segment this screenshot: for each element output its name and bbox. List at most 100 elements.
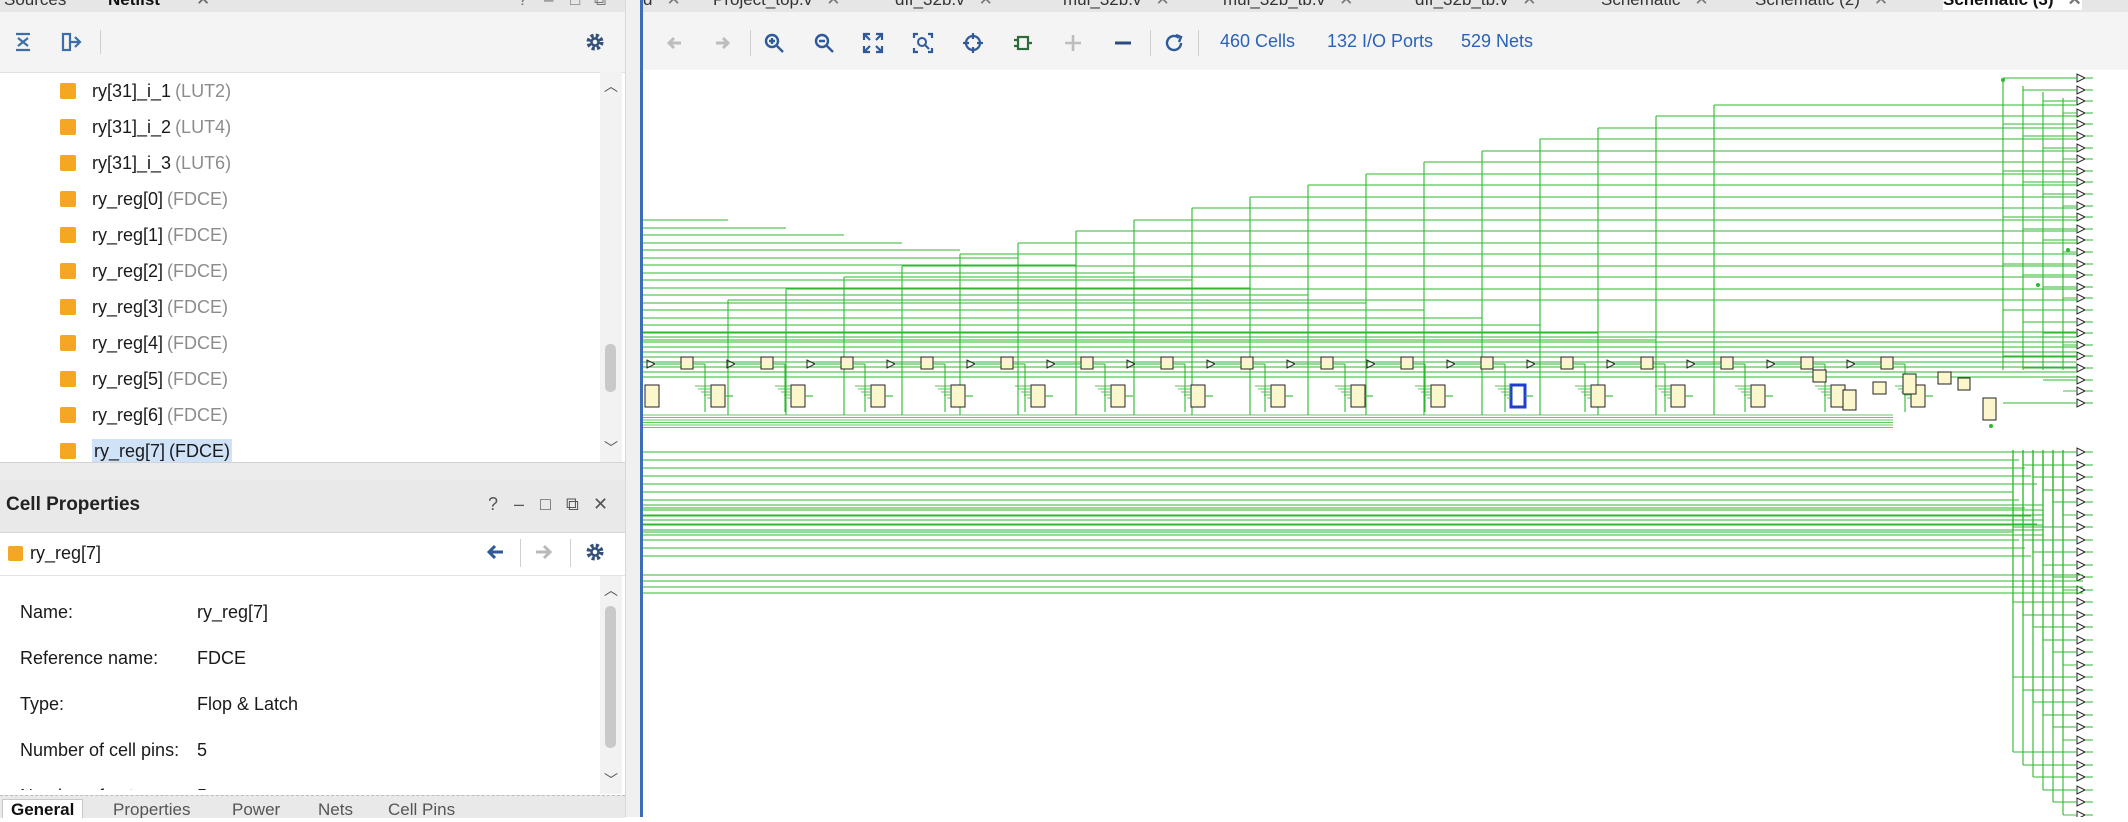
scroll-thumb[interactable] <box>605 344 616 392</box>
editor-tab[interactable]: Schematic (3) ✕ <box>1943 0 2082 10</box>
zoom-out-icon[interactable] <box>809 28 839 58</box>
cell-icon <box>60 263 76 279</box>
logic-cell <box>1872 381 1887 395</box>
close-icon[interactable]: ✕ <box>1155 0 1169 9</box>
cell-properties-header: Cell Properties ? – □ ⧉ ✕ <box>0 480 625 533</box>
close-icon[interactable]: ✕ <box>826 0 840 9</box>
close-icon[interactable]: ✕ <box>593 494 608 515</box>
tree-row[interactable]: ry_reg[7] (FDCE) <box>60 435 233 462</box>
close-icon[interactable]: ✕ <box>1874 0 1888 9</box>
zoom-fit-icon[interactable] <box>858 28 888 58</box>
tab-power[interactable]: Power <box>232 800 280 818</box>
tab-properties[interactable]: Properties <box>113 800 190 818</box>
register-cell <box>870 384 886 408</box>
flop-cell <box>920 356 934 370</box>
forward-arrow-icon[interactable] <box>533 541 555 568</box>
close-icon[interactable]: ✕ <box>1339 0 1353 9</box>
refresh-icon[interactable] <box>1159 28 1189 58</box>
editor-tab[interactable]: Project_top.v ✕ <box>713 0 840 10</box>
help-icon[interactable]: ? <box>488 494 498 515</box>
property-value: ry_reg[7] <box>197 602 269 622</box>
output-port <box>2076 96 2087 106</box>
editor-tab[interactable]: d✕ <box>643 0 681 10</box>
help-icon[interactable]: ? <box>518 0 527 12</box>
float-icon[interactable]: ⧉ <box>594 0 606 12</box>
tree-row[interactable]: ry_reg[3] (FDCE) <box>60 291 228 323</box>
flop-cell <box>1080 356 1094 370</box>
minimize-icon[interactable]: – <box>514 494 524 515</box>
tree-row[interactable]: ry_reg[5] (FDCE) <box>60 363 228 395</box>
forward-arrow-icon[interactable] <box>708 28 738 58</box>
editor-tab-label: Schematic <box>1601 0 1680 9</box>
editor-tab-label: mul_32b_tb.v <box>1223 0 1325 9</box>
property-value: FDCE <box>197 648 246 668</box>
tab-netlist[interactable]: Netlist <box>108 0 160 12</box>
scroll-thumb[interactable] <box>605 606 616 748</box>
cells-count-link[interactable]: 460 Cells <box>1220 31 1295 52</box>
output-port <box>2076 328 2087 338</box>
float-icon[interactable]: ⧉ <box>566 494 579 515</box>
tree-row[interactable]: ry_reg[2] (FDCE) <box>60 255 228 287</box>
property-key: Number of cell pins: <box>20 740 180 760</box>
io-ports-count-link[interactable]: 132 I/O Ports <box>1327 31 1433 52</box>
zoom-area-icon[interactable] <box>908 28 938 58</box>
register-cell <box>1750 384 1766 408</box>
scroll-down-icon[interactable]: ﹀ <box>600 770 622 790</box>
tree-row[interactable]: ry_reg[0] (FDCE) <box>60 183 228 215</box>
zoom-in-icon[interactable] <box>759 28 789 58</box>
tab-nets[interactable]: Nets <box>318 800 353 818</box>
scroll-up-icon[interactable]: ︿ <box>600 76 622 96</box>
tree-row[interactable]: ry_reg[4] (FDCE) <box>60 327 228 359</box>
close-icon[interactable]: ✕ <box>196 0 210 12</box>
maximize-icon[interactable]: □ <box>570 0 580 12</box>
collapse-minus-icon[interactable] <box>1108 28 1138 58</box>
logic-cell <box>1902 373 1917 395</box>
nets-count-link[interactable]: 529 Nets <box>1461 31 1533 52</box>
crosshair-icon[interactable] <box>958 28 988 58</box>
close-icon[interactable]: ✕ <box>979 0 993 9</box>
tree-row[interactable]: ry[31]_i_1 (LUT2) <box>60 75 231 107</box>
output-port <box>2076 375 2087 385</box>
close-icon[interactable]: ✕ <box>666 0 680 9</box>
netlist-scrollbar[interactable]: ︿ ﹀ <box>600 72 622 462</box>
back-arrow-icon[interactable] <box>659 28 689 58</box>
expand-plus-icon[interactable] <box>1058 28 1088 58</box>
close-icon[interactable]: ✕ <box>2068 0 2082 9</box>
schematic-drawing[interactable] <box>643 70 2128 820</box>
vertical-splitter[interactable] <box>626 0 640 817</box>
tab-general[interactable]: General <box>2 799 84 818</box>
tree-row-label: ry[31]_i_1 (LUT2) <box>92 81 231 102</box>
expand-hierarchy-icon[interactable] <box>55 25 89 59</box>
back-arrow-icon[interactable] <box>484 541 506 568</box>
close-icon[interactable]: ✕ <box>1694 0 1708 9</box>
tree-row[interactable]: ry[31]_i_2 (LUT4) <box>60 111 231 143</box>
scroll-up-icon[interactable]: ︿ <box>600 580 622 600</box>
cell-type: (LUT4) <box>175 116 232 137</box>
tree-row[interactable]: ry_reg[6] (FDCE) <box>60 399 228 431</box>
cell-icon <box>60 83 76 99</box>
regenerate-icon[interactable] <box>1008 28 1038 58</box>
minimize-icon[interactable]: – <box>544 0 553 12</box>
maximize-icon[interactable]: □ <box>540 494 551 515</box>
properties-scrollbar[interactable]: ︿ ﹀ <box>600 576 622 794</box>
editor-tab[interactable]: dff_32b.v ✕ <box>895 0 993 10</box>
editor-tab[interactable]: dff_32b_tb.v ✕ <box>1415 0 1537 10</box>
tab-sources[interactable]: Sources <box>4 0 66 12</box>
scroll-down-icon[interactable]: ﹀ <box>600 438 622 458</box>
tree-row[interactable]: ry_reg[1] (FDCE) <box>60 219 228 251</box>
editor-tab[interactable]: Schematic (2) ✕ <box>1755 0 1888 10</box>
close-icon[interactable]: ✕ <box>1522 0 1536 9</box>
cell-name: ry_reg[1] <box>92 224 164 245</box>
tab-cell-pins[interactable]: Cell Pins <box>388 800 455 818</box>
panel-splitter[interactable] <box>0 462 625 482</box>
tree-row[interactable]: ry[31]_i_3 (LUT6) <box>60 147 231 179</box>
collapse-all-icon[interactable] <box>6 25 40 59</box>
output-port <box>2076 447 2087 457</box>
gear-icon[interactable] <box>578 25 612 59</box>
schematic-canvas[interactable] <box>643 70 2128 820</box>
editor-tab[interactable]: mul_32b_tb.v ✕ <box>1223 0 1353 10</box>
editor-tab[interactable]: Schematic ✕ <box>1601 0 1709 10</box>
gear-icon[interactable] <box>584 541 606 568</box>
logic-cell <box>1812 369 1827 383</box>
editor-tab[interactable]: mul_32b.v ✕ <box>1063 0 1170 10</box>
